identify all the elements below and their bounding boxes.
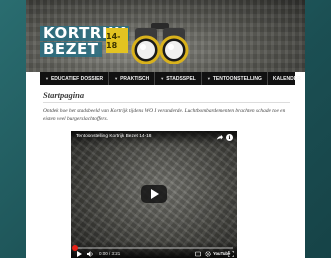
fullscreen-icon[interactable]	[228, 251, 234, 257]
logo-badge-text: 14-18	[106, 31, 121, 50]
binoculars-icon	[131, 23, 189, 64]
captions-icon[interactable]	[195, 251, 201, 257]
volume-icon[interactable]	[87, 251, 94, 257]
nav-item-label: STADSSPEL	[166, 75, 196, 82]
nav-item-kalender[interactable]: KALENDER	[268, 72, 305, 85]
chevron-down-icon: ▼	[206, 76, 211, 81]
chevron-down-icon: ▼	[45, 76, 49, 81]
header-banner: KORTRIJK BEZET 14-18	[26, 0, 305, 72]
video-time: 0:00 / 3:21	[99, 251, 121, 256]
nav-item-praktisch[interactable]: ▼ PRAKTISCH	[109, 72, 156, 85]
page-title: Startpagina	[43, 90, 85, 100]
play-button[interactable]	[141, 185, 167, 203]
page-container: KORTRIJK BEZET 14-18 ▼ EDUCATIEF DOSSIER…	[26, 0, 305, 258]
nav-item-tentoonstelling[interactable]: ▼ TENTOONSTELLING	[202, 72, 268, 85]
play-icon[interactable]	[77, 251, 82, 257]
video-title[interactable]: Tentoonstelling Kortrijk Bezet 14-18	[76, 134, 151, 139]
chevron-down-icon: ▼	[114, 76, 119, 81]
nav-item-label: KALENDER	[272, 75, 301, 82]
play-icon	[151, 189, 159, 199]
video-controls: 0:00 / 3:21 YouTube	[71, 242, 237, 258]
video-player[interactable]: Tentoonstelling Kortrijk Bezet 14-18 i 0…	[71, 131, 237, 258]
nav-item-label: PRAKTISCH	[120, 75, 150, 82]
title-divider	[43, 102, 290, 103]
nav-item-stadsspel[interactable]: ▼ STADSSPEL	[155, 72, 202, 85]
logo-text-line2[interactable]: BEZET	[40, 42, 102, 57]
intro-text: Ontdek hoe het stadsbeeld van Kortrijk t…	[43, 108, 286, 122]
nav-item-educatief-dossier[interactable]: ▼ EDUCATIEF DOSSIER	[40, 72, 110, 85]
progress-bar[interactable]	[72, 245, 233, 251]
logo-badge: 14-18	[106, 28, 128, 53]
chevron-down-icon: ▼	[160, 76, 165, 81]
share-icon[interactable]	[216, 134, 223, 141]
main-navigation: ▼ EDUCATIEF DOSSIER ▼ PRAKTISCH ▼ STADSS…	[40, 72, 301, 85]
settings-icon[interactable]	[205, 251, 211, 257]
nav-item-label: TENTOONSTELLING	[212, 75, 262, 82]
info-icon[interactable]: i	[226, 134, 233, 141]
nav-item-label: EDUCATIEF DOSSIER	[50, 75, 104, 82]
